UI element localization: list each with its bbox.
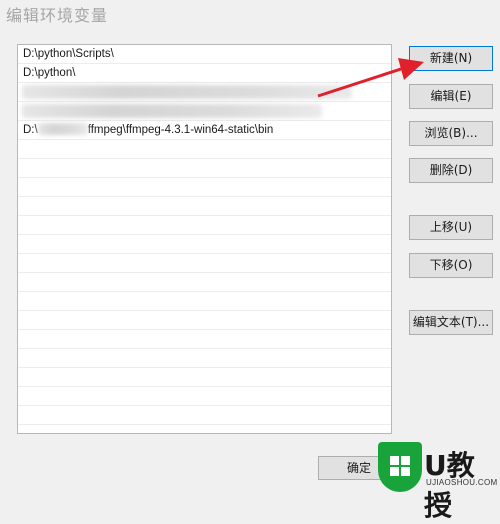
redaction-blur bbox=[22, 104, 322, 118]
delete-button[interactable]: 删除(D) bbox=[409, 158, 493, 183]
redaction-blur bbox=[22, 85, 352, 99]
list-item-empty bbox=[18, 292, 391, 311]
list-item[interactable]: D:\python\ bbox=[18, 64, 391, 83]
list-item-empty bbox=[18, 330, 391, 349]
window-title: 编辑环境变量 bbox=[6, 6, 109, 25]
list-item-redacted[interactable] bbox=[18, 102, 391, 121]
edit-text-button[interactable]: 编辑文本(T)... bbox=[409, 310, 493, 335]
edit-button[interactable]: 编辑(E) bbox=[409, 84, 493, 109]
move-down-button[interactable]: 下移(O) bbox=[409, 253, 493, 278]
new-button[interactable]: 新建(N) bbox=[409, 46, 493, 71]
list-item-empty bbox=[18, 140, 391, 159]
path-list[interactable]: D:\python\Scripts\ D:\python\ D:\ ffmpeg\… bbox=[17, 44, 392, 434]
list-item-empty bbox=[18, 216, 391, 235]
browse-button[interactable]: 浏览(B)... bbox=[409, 121, 493, 146]
shield-icon bbox=[378, 442, 422, 492]
list-item-empty bbox=[18, 254, 391, 273]
list-item-label: D:\ bbox=[23, 124, 38, 136]
list-item[interactable]: D:\python\Scripts\ bbox=[18, 45, 391, 64]
move-up-button[interactable]: 上移(U) bbox=[409, 215, 493, 240]
list-item-redacted[interactable] bbox=[18, 83, 391, 102]
list-item-empty bbox=[18, 368, 391, 387]
list-item-empty bbox=[18, 159, 391, 178]
list-item-empty bbox=[18, 273, 391, 292]
list-item-label: D:\python\Scripts\ bbox=[23, 48, 114, 60]
list-item-empty bbox=[18, 387, 391, 406]
list-item-empty bbox=[18, 349, 391, 368]
list-item-label-suffix: ffmpeg\ffmpeg-4.3.1-win64-static\bin bbox=[87, 124, 274, 136]
redaction-blur bbox=[37, 123, 88, 135]
list-item-empty bbox=[18, 425, 391, 433]
list-item[interactable]: D:\ ffmpeg\ffmpeg-4.3.1-win64-static\bin bbox=[18, 121, 391, 140]
watermark-logo: U教授 UJIAOSHOU.COM bbox=[378, 440, 500, 522]
list-item-label: D:\python\ bbox=[23, 67, 76, 79]
list-item-empty bbox=[18, 406, 391, 425]
watermark-url: UJIAOSHOU.COM bbox=[426, 478, 498, 487]
list-item-empty bbox=[18, 178, 391, 197]
list-item-empty bbox=[18, 311, 391, 330]
list-item-empty bbox=[18, 235, 391, 254]
list-item-empty bbox=[18, 197, 391, 216]
